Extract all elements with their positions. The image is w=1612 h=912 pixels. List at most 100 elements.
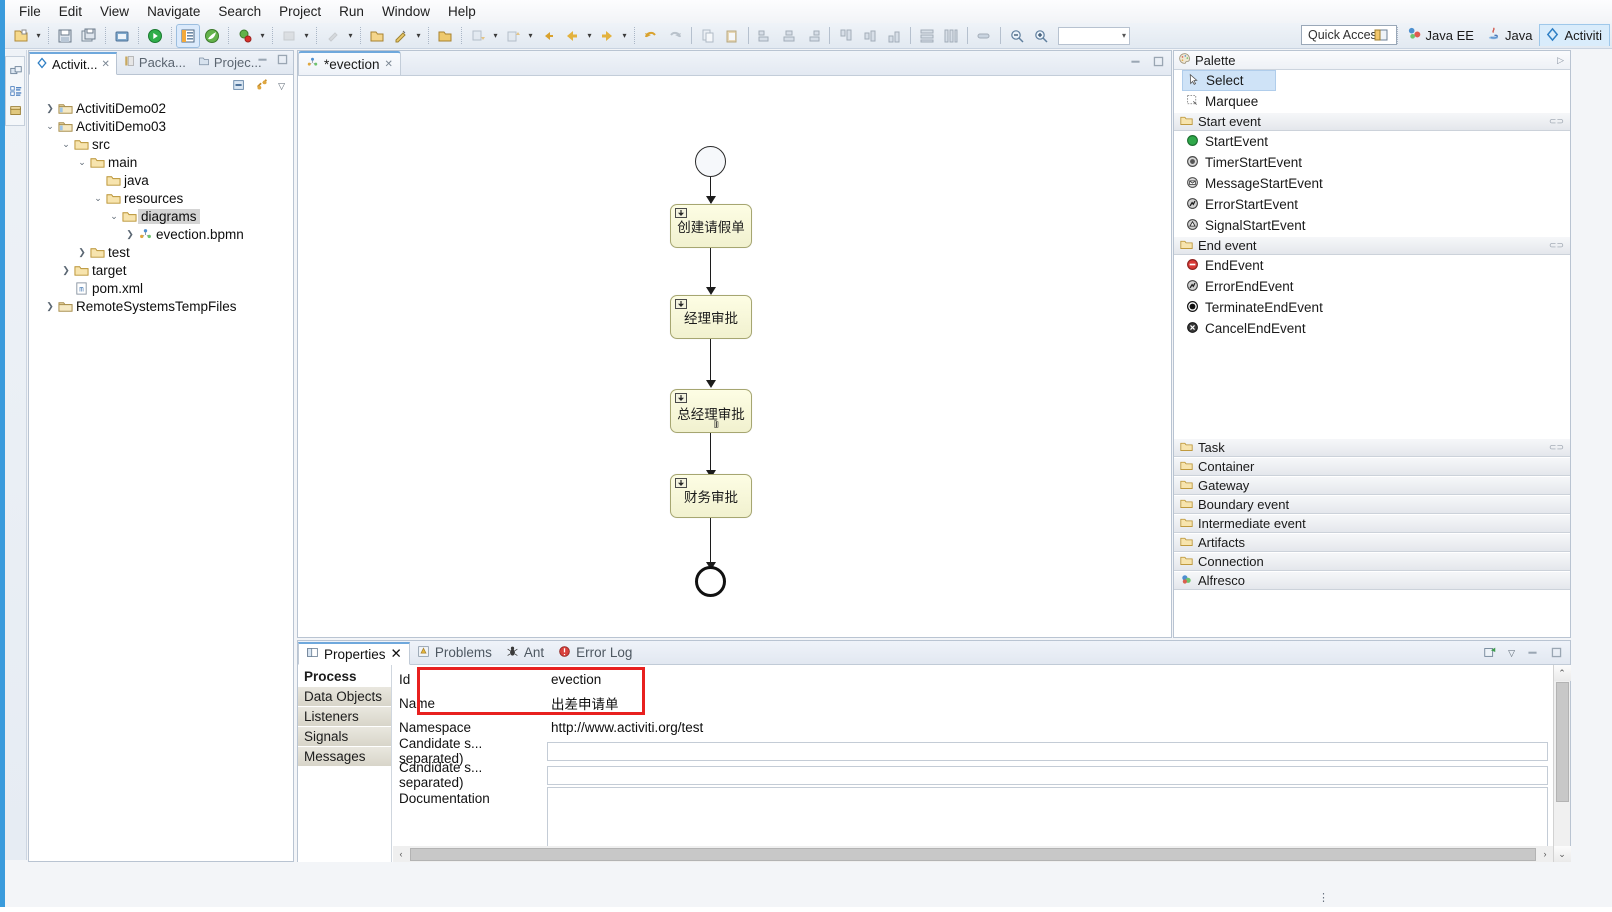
drawer-pin-icon[interactable]: ⊂⊃ bbox=[1549, 240, 1564, 251]
chevron-down-icon[interactable]: ⌄ bbox=[43, 121, 57, 132]
forward-dropdown[interactable]: ▾ bbox=[619, 25, 630, 47]
scroll-right-icon[interactable]: › bbox=[1537, 846, 1553, 862]
chevron-right-icon[interactable]: ❯ bbox=[43, 103, 57, 114]
menu-edit[interactable]: Edit bbox=[50, 1, 91, 22]
chevron-down-icon[interactable]: ⌄ bbox=[91, 193, 105, 204]
tree-item-activitidemo03[interactable]: ⌄ ActivitiDemo03 bbox=[35, 117, 293, 135]
tree-item-test[interactable]: ❯ test bbox=[35, 243, 293, 261]
menu-navigate[interactable]: Navigate bbox=[138, 1, 209, 22]
menu-window[interactable]: Window bbox=[373, 1, 439, 22]
external-tools-button[interactable] bbox=[322, 25, 344, 47]
palette-item-messagestartevent[interactable]: MessageStartEvent bbox=[1174, 173, 1570, 194]
palette-pin-icon[interactable]: ▷ bbox=[1557, 55, 1564, 66]
zoom-in-button[interactable] bbox=[1030, 25, 1052, 47]
back-button[interactable] bbox=[537, 25, 559, 47]
bpmn-end-event[interactable] bbox=[695, 566, 726, 597]
palette-item-select[interactable]: Select bbox=[1182, 70, 1276, 91]
activiti-leaf-button[interactable] bbox=[201, 25, 223, 47]
bpmn-task-finance-approval[interactable]: 财务审批 bbox=[670, 474, 752, 518]
palette-item-cancelendevent[interactable]: CancelEndEvent bbox=[1174, 318, 1570, 339]
bpmn-canvas[interactable]: 创建请假单 经理审批 总经理审批 ⫿⫾ 财务审批 bbox=[298, 76, 1171, 637]
palette-drawer-task[interactable]: Task ⊂⊃ bbox=[1174, 438, 1570, 457]
menu-project[interactable]: Project bbox=[270, 1, 330, 22]
palette-item-timerstartevent[interactable]: TimerStartEvent bbox=[1174, 152, 1570, 173]
view-menu-chevron-down-icon[interactable]: ▽ bbox=[278, 81, 285, 92]
palette-drawer-gateway[interactable]: Gateway bbox=[1174, 476, 1570, 495]
link-editor-icon[interactable] bbox=[255, 78, 269, 95]
menu-search[interactable]: Search bbox=[209, 1, 270, 22]
open-perspective-button[interactable] bbox=[1370, 24, 1392, 46]
chevron-right-icon[interactable]: ❯ bbox=[43, 301, 57, 312]
chevron-down-icon[interactable]: ⌄ bbox=[75, 157, 89, 168]
undo-button[interactable] bbox=[640, 25, 662, 47]
external-tools-dropdown[interactable]: ▾ bbox=[345, 25, 356, 47]
scroll-up-icon[interactable]: ⌃ bbox=[1553, 665, 1571, 681]
perspective-java-ee[interactable]: Java EE bbox=[1402, 24, 1481, 46]
name-input[interactable]: 出差申请单 bbox=[547, 693, 1548, 713]
drawer-pin-icon[interactable]: ⊂⊃ bbox=[1549, 116, 1564, 127]
align-left-button[interactable] bbox=[754, 25, 776, 47]
chevron-down-icon[interactable]: ⌄ bbox=[59, 139, 73, 150]
tab-error-log[interactable]: Error Log bbox=[551, 641, 639, 664]
tab-ant[interactable]: Ant bbox=[499, 641, 551, 664]
chevron-down-icon[interactable]: ⌄ bbox=[107, 211, 121, 222]
candidate-starter-groups-input[interactable] bbox=[547, 765, 1548, 785]
save-all-button[interactable] bbox=[78, 25, 100, 47]
palette-drawer-intermediate-event[interactable]: Intermediate event bbox=[1174, 514, 1570, 533]
redo-button[interactable] bbox=[664, 25, 686, 47]
drawer-pin-icon[interactable]: ⊂⊃ bbox=[1549, 442, 1564, 453]
toggle-view-button[interactable] bbox=[176, 23, 200, 48]
palette-drawer-connection[interactable]: Connection bbox=[1174, 552, 1570, 571]
align-right-button[interactable] bbox=[802, 25, 824, 47]
tab-problems[interactable]: Problems bbox=[410, 641, 499, 664]
copy-button[interactable] bbox=[697, 25, 719, 47]
align-middle-button[interactable] bbox=[859, 25, 881, 47]
menu-help[interactable]: Help bbox=[439, 1, 485, 22]
minimize-icon[interactable] bbox=[1129, 55, 1142, 71]
namespace-input[interactable]: http://www.activiti.org/test bbox=[547, 717, 1548, 737]
maximize-icon[interactable] bbox=[1152, 55, 1165, 71]
tab-properties[interactable]: Properties ✕ bbox=[298, 642, 410, 665]
new-java-class-button[interactable] bbox=[390, 25, 412, 47]
property-tab-messages[interactable]: Messages bbox=[298, 747, 391, 767]
new-file-dropdown[interactable]: ▾ bbox=[33, 25, 44, 47]
tree-item-pom-xml[interactable]: m pom.xml bbox=[35, 279, 293, 297]
back-history-button[interactable] bbox=[561, 25, 583, 47]
palette-drawer-artifacts[interactable]: Artifacts bbox=[1174, 533, 1570, 552]
palette-item-marquee[interactable]: Marquee bbox=[1174, 91, 1570, 112]
palette-drawer-alfresco[interactable]: Alfresco bbox=[1174, 571, 1570, 590]
scroll-thumb[interactable] bbox=[410, 847, 1536, 861]
sequence-flow[interactable] bbox=[710, 248, 712, 290]
outline-view-icon[interactable] bbox=[7, 82, 25, 100]
sequence-flow[interactable] bbox=[710, 433, 712, 473]
menu-file[interactable]: File bbox=[10, 1, 50, 22]
collapse-all-icon[interactable] bbox=[232, 78, 246, 95]
scroll-thumb[interactable] bbox=[1555, 682, 1569, 802]
chevron-right-icon[interactable]: ❯ bbox=[75, 247, 89, 258]
palette-item-signalstartevent[interactable]: SignalStartEvent bbox=[1174, 215, 1570, 236]
zoom-out-button[interactable] bbox=[1006, 25, 1028, 47]
prev-annotation-button[interactable] bbox=[502, 25, 524, 47]
new-file-button[interactable] bbox=[10, 25, 32, 47]
tree-item-activitidemo02[interactable]: ❯ ActivitiDemo02 bbox=[35, 99, 293, 117]
coverage-dropdown[interactable]: ▾ bbox=[301, 25, 312, 47]
bpmn-task-manager-approval[interactable]: 经理审批 bbox=[670, 295, 752, 339]
chevron-right-icon[interactable]: ❯ bbox=[123, 229, 137, 240]
restore-explorer-icon[interactable] bbox=[7, 62, 25, 80]
minimize-icon[interactable] bbox=[256, 53, 269, 69]
palette-item-terminateendevent[interactable]: TerminateEndEvent bbox=[1174, 297, 1570, 318]
servers-view-icon[interactable] bbox=[7, 102, 25, 120]
properties-horizontal-scrollbar[interactable]: ‹ › bbox=[393, 846, 1553, 862]
new-java-dropdown[interactable]: ▾ bbox=[413, 25, 424, 47]
scroll-left-icon[interactable]: ‹ bbox=[393, 846, 409, 862]
tree-item-src[interactable]: ⌄ src bbox=[35, 135, 293, 153]
coverage-button[interactable] bbox=[278, 25, 300, 47]
bpmn-start-event[interactable] bbox=[695, 146, 726, 177]
palette-item-errorstartevent[interactable]: ErrorStartEvent bbox=[1174, 194, 1570, 215]
perspective-activiti[interactable]: Activiti bbox=[1539, 24, 1610, 46]
tree-item-target[interactable]: ❯ target bbox=[35, 261, 293, 279]
id-input[interactable]: evection bbox=[547, 669, 1548, 689]
sequence-flow[interactable] bbox=[710, 518, 712, 566]
perspective-java[interactable]: Java bbox=[1481, 24, 1539, 46]
tree-item-evection-bpmn[interactable]: ❯ evection.bpmn bbox=[35, 225, 293, 243]
